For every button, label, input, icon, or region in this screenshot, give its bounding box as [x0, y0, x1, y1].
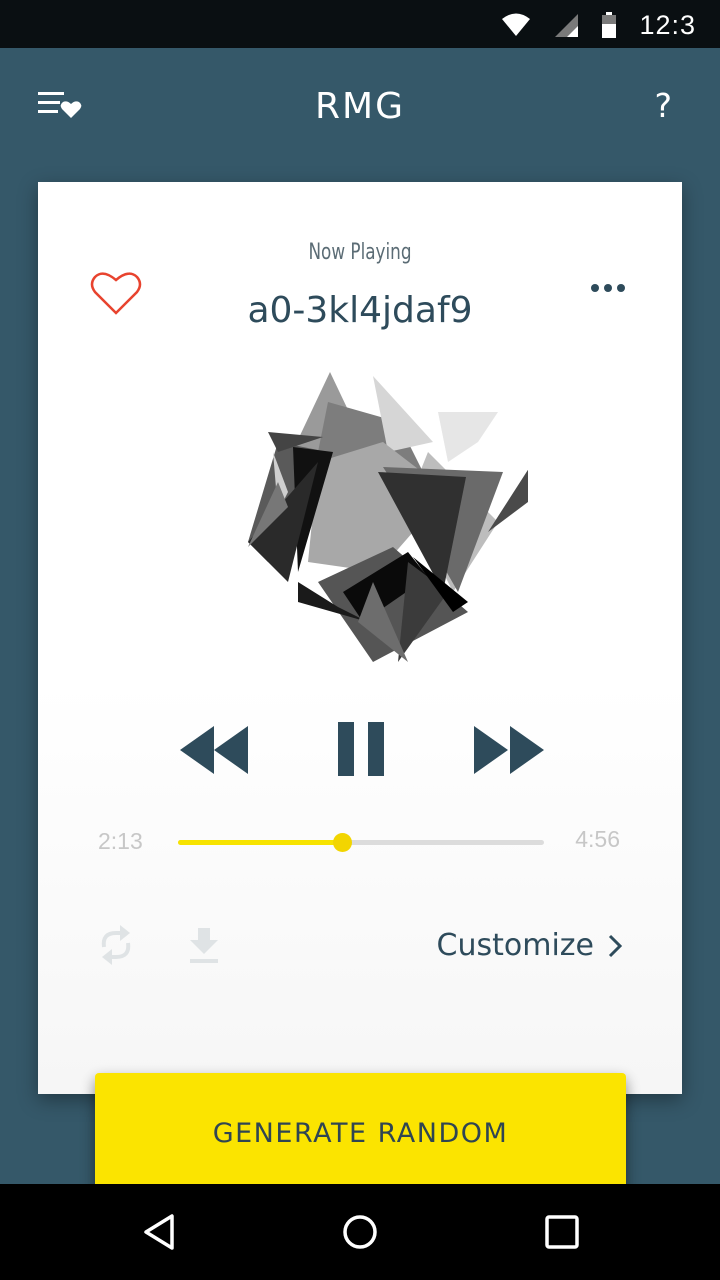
battery-icon — [602, 12, 617, 38]
download-icon[interactable] — [188, 928, 220, 964]
status-icons: 12:3 — [501, 8, 696, 42]
signal-icon — [555, 14, 579, 37]
app-screen: RMG ? Now Playing a0-3kl4jdaf9 2:13 4:56… — [0, 48, 720, 1194]
generate-random-button[interactable]: GENERATE RANDOM — [95, 1073, 626, 1194]
top-bar: RMG ? — [0, 48, 720, 168]
customize-label: Customize — [436, 928, 594, 963]
progress-fill — [178, 840, 343, 845]
status-bar: 12:3 — [0, 0, 720, 48]
fast-forward-icon[interactable] — [472, 722, 546, 778]
elapsed-time: 2:13 — [98, 828, 143, 854]
repeat-icon[interactable] — [98, 925, 134, 965]
now-playing-label: Now Playing — [308, 240, 412, 265]
help-button[interactable]: ? — [654, 86, 672, 125]
recents-icon[interactable] — [542, 1212, 582, 1252]
total-time: 4:56 — [575, 826, 620, 852]
progress-thumb[interactable] — [332, 833, 352, 852]
progress-bar[interactable] — [178, 833, 544, 852]
player-card: Now Playing a0-3kl4jdaf9 2:13 4:56 Custo… — [38, 182, 682, 1094]
status-time: 12:3 — [639, 9, 696, 40]
back-icon[interactable] — [140, 1212, 180, 1252]
chevron-right-icon — [608, 934, 622, 957]
rewind-icon[interactable] — [178, 722, 250, 778]
system-nav-bar — [0, 1184, 720, 1280]
generate-random-label: GENERATE RANDOM — [212, 1118, 509, 1149]
app-title: RMG — [315, 86, 405, 127]
more-dots-icon[interactable] — [590, 278, 626, 298]
pause-icon[interactable] — [336, 720, 386, 778]
wifi-icon — [502, 13, 531, 36]
album-artwork — [248, 372, 528, 662]
customize-link[interactable]: Customize — [437, 928, 622, 963]
home-icon[interactable] — [340, 1212, 380, 1252]
heart-outline-icon[interactable] — [90, 270, 142, 316]
